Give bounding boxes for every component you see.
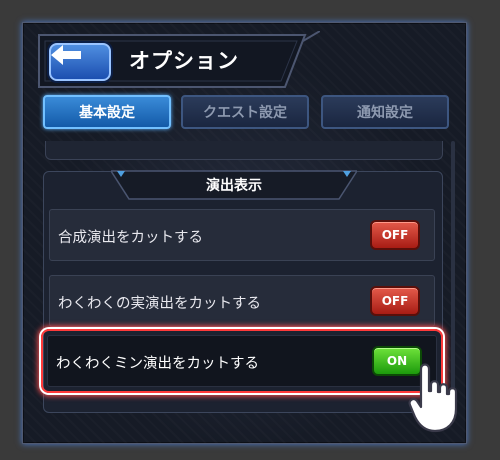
setting-row-wakuwaku-min: わくわくミン演出をカットする ON <box>47 335 437 387</box>
page-title: オプション <box>129 49 239 73</box>
options-window: オプション 基本設定 クエスト設定 通知設定 演出表示 合成演出をカットする O… <box>22 22 467 444</box>
synthesis-cut-toggle[interactable]: OFF <box>370 220 420 250</box>
setting-row-synthesis: 合成演出をカットする OFF <box>49 209 435 261</box>
previous-section-edge <box>45 141 443 160</box>
back-arrow-icon <box>51 45 81 65</box>
tab-quest-settings[interactable]: クエスト設定 <box>181 95 309 129</box>
setting-row-wakuwaku-fruit: わくわくの実演出をカットする OFF <box>49 275 435 327</box>
tab-basic-settings[interactable]: 基本設定 <box>43 95 171 129</box>
back-button[interactable] <box>49 43 111 81</box>
wakuwaku-fruit-cut-toggle[interactable]: OFF <box>370 286 420 316</box>
setting-label: わくわくの実演出をカットする <box>58 296 261 312</box>
header-bar: オプション <box>35 31 320 95</box>
hand-pointer-icon <box>408 363 458 433</box>
tab-notification-settings[interactable]: 通知設定 <box>321 95 449 129</box>
section-title: 演出表示 <box>206 178 262 194</box>
setting-label: 合成演出をカットする <box>58 230 203 246</box>
setting-label: わくわくミン演出をカットする <box>56 356 259 372</box>
